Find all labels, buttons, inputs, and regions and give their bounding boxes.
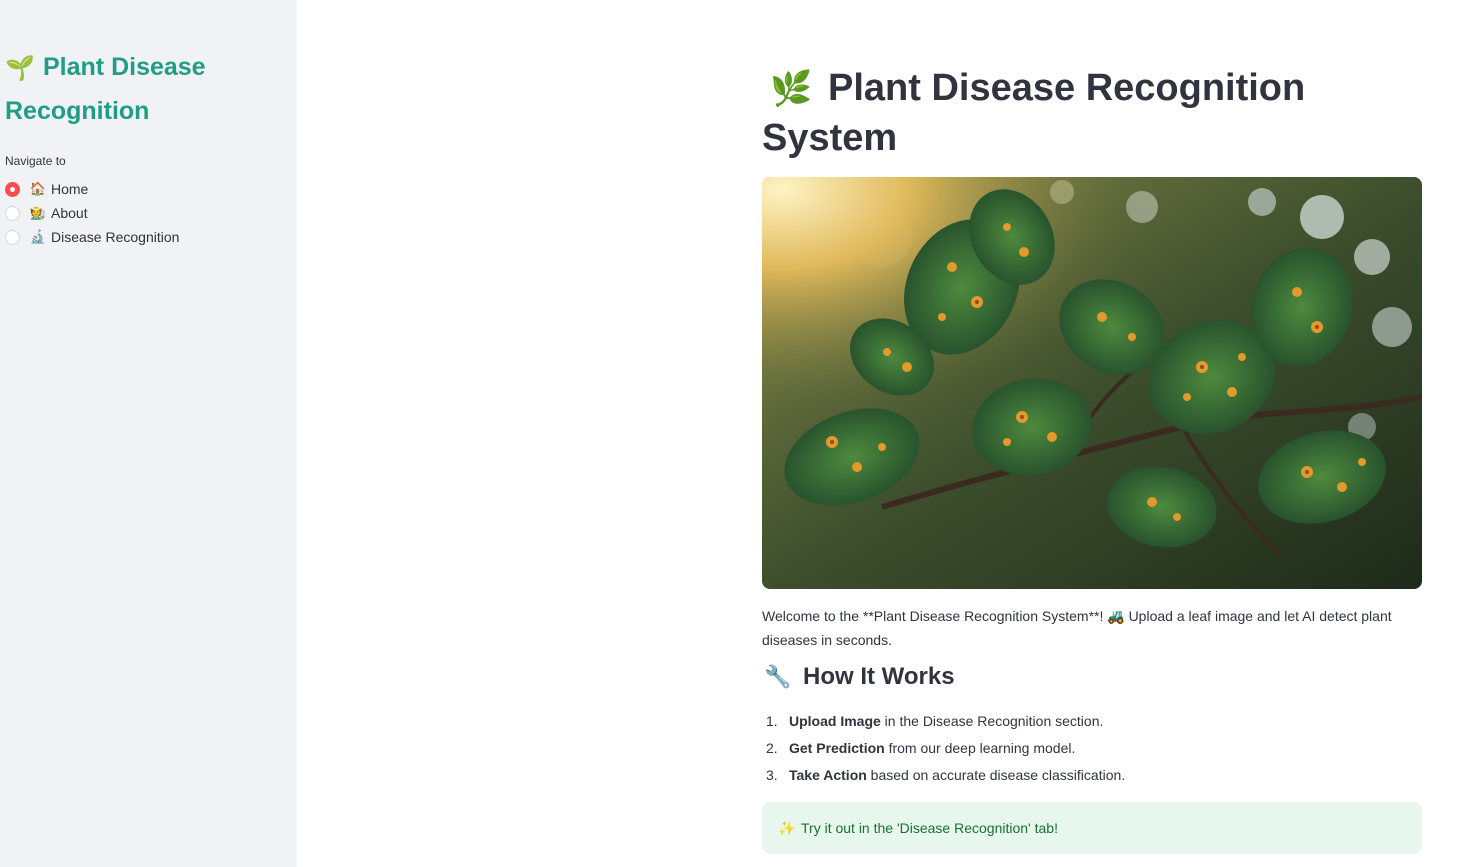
callout-text: Try it out in the 'Disease Recognition' …	[801, 820, 1058, 836]
how-it-works-heading-text: How It Works	[803, 663, 955, 690]
step-text: from our deep learning model.	[884, 740, 1076, 756]
step-text: in the Disease Recognition section.	[880, 713, 1104, 729]
sidebar-title: 🌱 Plant Disease Recognition	[5, 46, 285, 132]
nav-label: Navigate to	[5, 154, 66, 168]
farmer-icon: 🧑‍🌾	[29, 205, 47, 220]
step-number: 1.	[766, 713, 778, 729]
sparkles-icon: ✨	[778, 820, 796, 836]
radio-about[interactable]	[5, 205, 20, 221]
diseased-leaves-image	[762, 177, 1422, 589]
page-title: 🌿 Plant Disease Recognition System	[762, 64, 1422, 163]
success-callout: ✨ Try it out in the 'Disease Recognition'…	[762, 802, 1422, 854]
list-item: 3. Take Action based on accurate disease…	[762, 763, 1125, 790]
step-bold: Take Action	[789, 767, 867, 783]
sidebar: 🌱 Plant Disease Recognition Navigate to 🏠…	[0, 0, 297, 867]
sidebar-title-text: Plant Disease Recognition	[5, 53, 206, 125]
how-it-works-heading: 🔧 How It Works	[764, 659, 955, 695]
herb-icon: 🌿	[770, 70, 813, 108]
house-icon: 🏠	[29, 181, 47, 196]
nav-radio-group: 🏠 Home 🧑‍🌾 About 🔬 Disease Recognition	[5, 177, 179, 249]
nav-item-home[interactable]: 🏠 Home	[5, 177, 179, 201]
nav-item-about[interactable]: 🧑‍🌾 About	[5, 201, 179, 225]
list-item: 1. Upload Image in the Disease Recogniti…	[762, 709, 1125, 736]
step-text: based on accurate disease classification…	[866, 767, 1126, 783]
welcome-text: Welcome to the **Plant Disease Recogniti…	[762, 608, 1392, 648]
nav-item-disease-recognition[interactable]: 🔬 Disease Recognition	[5, 225, 179, 249]
radio-disease-recognition[interactable]	[5, 229, 20, 245]
list-item: 2. Get Prediction from our deep learning…	[762, 736, 1125, 763]
step-number: 2.	[766, 740, 778, 756]
seedling-icon: 🌱	[5, 55, 35, 82]
step-number: 3.	[766, 767, 778, 783]
nav-item-label: Disease Recognition	[51, 229, 180, 245]
steps-list: 1. Upload Image in the Disease Recogniti…	[762, 709, 1125, 790]
nav-item-label: About	[51, 205, 88, 221]
nav-item-label: Home	[51, 181, 89, 197]
wrench-icon: 🔧	[764, 664, 792, 689]
radio-home[interactable]	[5, 181, 20, 197]
microscope-icon: 🔬	[29, 229, 47, 244]
app-window: 🌱 Plant Disease Recognition Navigate to 🏠…	[0, 0, 1482, 867]
page-title-text: Plant Disease Recognition System	[762, 67, 1306, 159]
step-bold: Get Prediction	[789, 740, 885, 756]
step-bold: Upload Image	[789, 713, 881, 729]
